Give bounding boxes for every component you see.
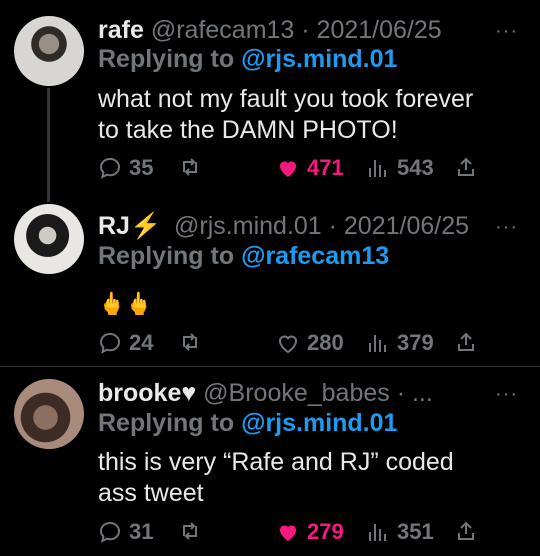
views-icon (369, 524, 386, 541)
view-count: 351 (397, 519, 434, 544)
like-button[interactable]: 280 (276, 330, 344, 356)
heart-filled-icon (280, 161, 296, 177)
tweet-text: 🖕🖕 (98, 291, 153, 316)
tweet-actions: 35 471 543 (98, 155, 478, 185)
tweet-3[interactable]: brooke♥ @Brooke_babes · ... ··· Replying… (0, 367, 540, 556)
share-button[interactable] (454, 155, 478, 179)
views-button[interactable]: 543 (366, 155, 434, 181)
retweet-button[interactable] (178, 519, 202, 543)
reply-button[interactable]: 24 (98, 330, 153, 356)
tweet-actions: 31 279 351 (98, 519, 478, 549)
views-button[interactable]: 351 (366, 519, 434, 545)
mention-link[interactable]: @rjs.mind.01 (241, 45, 397, 73)
reply-icon (99, 157, 121, 179)
replying-to: Replying to @rjs.mind.01 (98, 45, 398, 73)
tweet-header: rafe @rafecam13 · 2021/06/25 (98, 16, 442, 45)
avatar[interactable] (14, 16, 84, 86)
retweet-button[interactable] (178, 155, 202, 179)
like-count: 471 (307, 155, 344, 180)
retweet-icon (183, 158, 197, 176)
reply-icon (99, 332, 121, 354)
tweet-header: RJ⚡ @rjs.mind.01 · 2021/06/25 (98, 212, 469, 241)
replying-to: Replying to @rjs.mind.01 (98, 409, 398, 437)
reply-count: 24 (129, 330, 154, 355)
views-icon (369, 335, 386, 352)
tweet-text: this is very “Rafe and RJ” coded ass twe… (98, 448, 454, 507)
more-options-icon[interactable]: ··· (495, 216, 518, 239)
handle-date[interactable]: @rjs.mind.01 · 2021/06/25 (174, 212, 469, 240)
views-icon (369, 160, 386, 177)
more-options-icon[interactable]: ··· (495, 20, 518, 43)
like-count: 279 (307, 519, 344, 544)
heart-icon (278, 335, 298, 354)
reply-button[interactable]: 31 (98, 519, 153, 545)
avatar[interactable] (14, 204, 84, 274)
tweet-2[interactable]: RJ⚡ @rjs.mind.01 · 2021/06/25 ··· Replyi… (0, 200, 540, 366)
retweet-button[interactable] (178, 330, 202, 354)
display-name[interactable]: rafe (98, 16, 144, 44)
reply-count: 31 (129, 519, 154, 544)
display-name[interactable]: RJ⚡ (98, 212, 161, 240)
tweet-actions: 24 280 379 (98, 330, 478, 360)
mention-link[interactable]: @rjs.mind.01 (241, 409, 397, 437)
view-count: 379 (397, 330, 434, 355)
share-button[interactable] (454, 330, 478, 354)
reply-button[interactable]: 35 (98, 155, 153, 181)
avatar[interactable] (14, 379, 84, 449)
more-options-icon[interactable]: ··· (495, 383, 518, 406)
share-icon (458, 157, 474, 176)
tweet-header: brooke♥ @Brooke_babes · ... (98, 379, 433, 408)
handle-date[interactable]: @Brooke_babes · ... (203, 379, 433, 407)
like-button[interactable]: 279 (276, 519, 344, 545)
like-button[interactable]: 471 (276, 155, 344, 181)
share-button[interactable] (454, 519, 478, 543)
like-count: 280 (307, 330, 344, 355)
reply-count: 35 (129, 155, 154, 180)
share-icon (458, 332, 474, 351)
replying-to: Replying to @rafecam13 (98, 242, 390, 270)
display-name[interactable]: brooke♥ (98, 379, 196, 407)
mention-link[interactable]: @rafecam13 (241, 242, 389, 270)
tweet-text: what not my fault you took forever to ta… (98, 85, 474, 144)
thread-connector (47, 88, 50, 202)
retweet-icon (183, 522, 197, 540)
share-icon (458, 521, 474, 540)
heart-filled-icon (280, 525, 296, 541)
reply-icon (99, 521, 121, 543)
view-count: 543 (397, 155, 434, 180)
retweet-icon (183, 333, 197, 351)
handle-date[interactable]: @rafecam13 · 2021/06/25 (151, 16, 442, 44)
tweet-1[interactable]: rafe @rafecam13 · 2021/06/25 ··· Replyin… (0, 0, 540, 200)
views-button[interactable]: 379 (366, 330, 434, 356)
